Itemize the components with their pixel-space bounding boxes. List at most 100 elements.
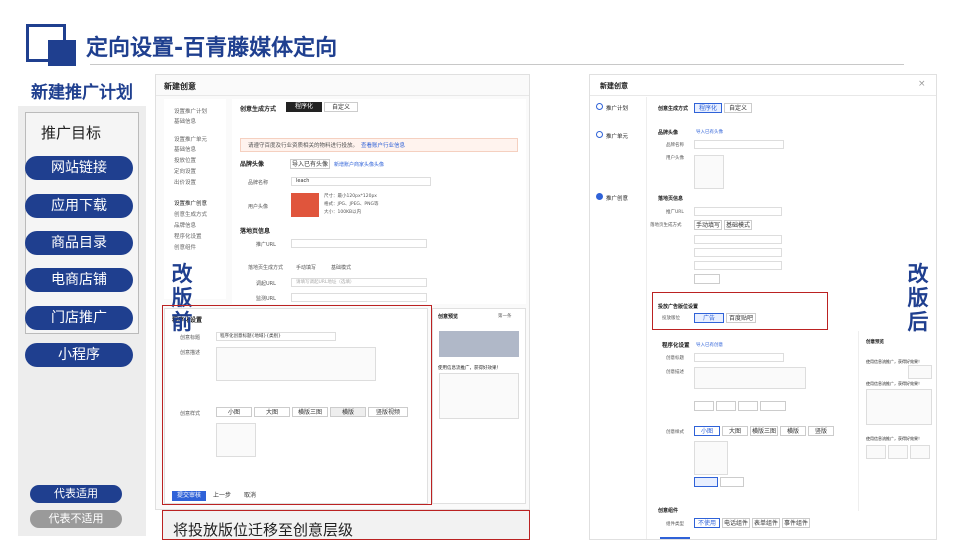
before-preview-caption: 使用信息流推广，获得好效果！ <box>438 366 501 371</box>
after-bottom-opt-0[interactable]: 不使用 <box>694 518 720 528</box>
after-ad-title-input[interactable] <box>694 353 784 362</box>
after-landing-mode-manual[interactable]: 手动填写 <box>694 220 722 230</box>
header-divider <box>90 64 904 65</box>
goal-box <box>25 112 139 334</box>
logo-square-inner <box>48 40 76 66</box>
after-bottom-opt-1[interactable]: 电话组件 <box>722 518 750 528</box>
before-landing-url-label: 推广URL <box>256 242 276 248</box>
after-landing-mode-basic[interactable]: 基础模式 <box>724 220 752 230</box>
after-size-1[interactable]: 大图 <box>722 426 748 436</box>
before-nav-8[interactable]: 创意生成方式 <box>174 210 207 218</box>
after-image-upload[interactable] <box>694 441 728 475</box>
after-landing-mode-label: 落地页生成方式 <box>650 223 682 228</box>
before-deeplink-label: 调起URL <box>256 281 276 287</box>
before-landing-mode-basic[interactable]: 基础模式 <box>331 264 351 271</box>
before-preview-right[interactable]: 第一条 <box>498 313 512 319</box>
before-landing-mode-manual[interactable]: 手动填写 <box>296 264 316 271</box>
after-highlight-box <box>652 292 828 330</box>
before-brand-name-label: 品牌名称 <box>248 180 269 186</box>
after-preview-tile-3 <box>910 445 930 459</box>
before-nav-3[interactable]: 基础信息 <box>174 145 196 153</box>
after-title: 新建创意 <box>600 82 628 90</box>
legend-not-applicable: 代表不适用 <box>30 510 122 528</box>
after-size-2[interactable]: 横版三图 <box>750 426 778 436</box>
after-program-link[interactable]: 导入已有创意 <box>696 342 723 348</box>
after-ad-desc-input[interactable] <box>694 367 806 389</box>
before-brand-link[interactable]: 新增账户商家头像头像 <box>334 161 384 168</box>
after-avatar-upload[interactable] <box>694 155 724 189</box>
before-mode-label: 创意生成方式 <box>240 106 277 113</box>
after-ad-desc-label: 创意描述 <box>666 370 684 375</box>
after-bottom-label: 组件类型 <box>666 522 684 527</box>
after-tag-2[interactable] <box>716 401 736 411</box>
before-nav-1[interactable]: 基础信息 <box>174 117 196 125</box>
before-notice-link[interactable]: 查看账户行业信息 <box>361 141 405 149</box>
goal-app-download[interactable]: 应用下载 <box>25 194 133 218</box>
after-bottom-section: 创意组件 <box>658 508 679 514</box>
before-nav-4[interactable]: 投放位置 <box>174 156 196 164</box>
before-avatar-image[interactable] <box>291 193 319 217</box>
after-step-0[interactable]: 推广计划 <box>606 104 628 112</box>
after-preview-tile-1 <box>866 445 886 459</box>
goal-mini-program[interactable]: 小程序 <box>25 343 133 367</box>
before-landing-url-input[interactable] <box>291 239 427 248</box>
goal-ecommerce-store[interactable]: 电商店铺 <box>25 268 133 292</box>
after-program-section: 程序化设置 <box>662 343 690 349</box>
before-brand-section: 品牌头像 <box>240 161 265 168</box>
before-nav-2[interactable]: 设置推广单元 <box>174 135 207 143</box>
after-step-1[interactable]: 推广单元 <box>606 132 628 140</box>
after-brand-name-input[interactable] <box>694 140 784 149</box>
after-size-0[interactable]: 小图 <box>694 426 720 436</box>
before-brand-name-input[interactable] <box>291 177 431 186</box>
after-ad-title-label: 创意标题 <box>666 356 684 361</box>
after-option-a[interactable] <box>694 477 718 487</box>
after-landing-section: 落地页信息 <box>658 196 684 202</box>
after-size-4[interactable]: 竖版 <box>808 426 834 436</box>
before-title: 新建创意 <box>164 82 196 91</box>
goal-product-catalog[interactable]: 商品目录 <box>25 231 133 255</box>
after-ad-size-label: 创意样式 <box>666 430 684 435</box>
before-brand-btn[interactable]: 导入已有头像 <box>290 159 330 169</box>
before-nav-10[interactable]: 程序化设置 <box>174 232 202 240</box>
after-field-4[interactable] <box>694 274 720 284</box>
after-size-3[interactable]: 横版 <box>780 426 806 436</box>
goal-website-link[interactable]: 网站链接 <box>25 156 133 180</box>
before-monitor-label: 监测URL <box>256 296 276 302</box>
after-step-2[interactable]: 推广创意 <box>606 194 628 202</box>
after-option-b[interactable] <box>720 477 744 487</box>
page-title: 定向设置-百青藤媒体定向 <box>86 36 338 61</box>
before-avatar-label: 用户头像 <box>248 204 269 210</box>
before-preview-image <box>439 373 519 419</box>
goal-title: 推广目标 <box>40 124 101 142</box>
after-preview-image <box>866 389 932 425</box>
before-nav-5[interactable]: 定向设置 <box>174 167 196 175</box>
before-nav-7[interactable]: 设置推广创意 <box>174 199 207 207</box>
bottom-note: 将投放版位迁移至创意层级 <box>162 510 530 540</box>
after-mode-program[interactable]: 程序化 <box>694 103 722 113</box>
before-nav-9[interactable]: 品牌信息 <box>174 221 196 229</box>
before-brand-name-value: leach <box>296 178 310 184</box>
goal-store-promotion[interactable]: 门店推广 <box>25 306 133 330</box>
before-mode-custom[interactable]: 自定义 <box>324 102 358 112</box>
after-tag-1[interactable] <box>694 401 714 411</box>
before-nav-6[interactable]: 出价设置 <box>174 178 196 186</box>
after-field-3[interactable] <box>694 261 782 270</box>
before-avatar-hint-2: 大小：100KB以内 <box>324 210 362 215</box>
after-bottom-opt-3[interactable]: 事件组件 <box>782 518 810 528</box>
before-avatar-hint-0: 尺寸：最小120px*120px <box>324 194 377 199</box>
after-preview-caption-2: 使用信息流推广，获得好效果！ <box>866 381 922 386</box>
after-landing-url-input[interactable] <box>694 207 782 216</box>
before-monitor-input[interactable] <box>291 293 427 302</box>
after-field-2[interactable] <box>694 248 782 257</box>
after-tag-3[interactable] <box>738 401 758 411</box>
after-tag-4[interactable] <box>760 401 786 411</box>
after-mode-custom[interactable]: 自定义 <box>724 103 752 113</box>
before-nav-0[interactable]: 设置推广计划 <box>174 107 207 115</box>
before-nav-11[interactable]: 创意组件 <box>174 243 196 251</box>
after-bottom-opt-2[interactable]: 表单组件 <box>752 518 780 528</box>
after-field-1[interactable] <box>694 235 782 244</box>
after-preview-thumb <box>908 365 932 379</box>
before-mode-program[interactable]: 程序化 <box>286 102 322 112</box>
after-close-icon[interactable]: × <box>918 79 926 89</box>
after-brand-link[interactable]: 导入已有头像 <box>696 129 723 135</box>
